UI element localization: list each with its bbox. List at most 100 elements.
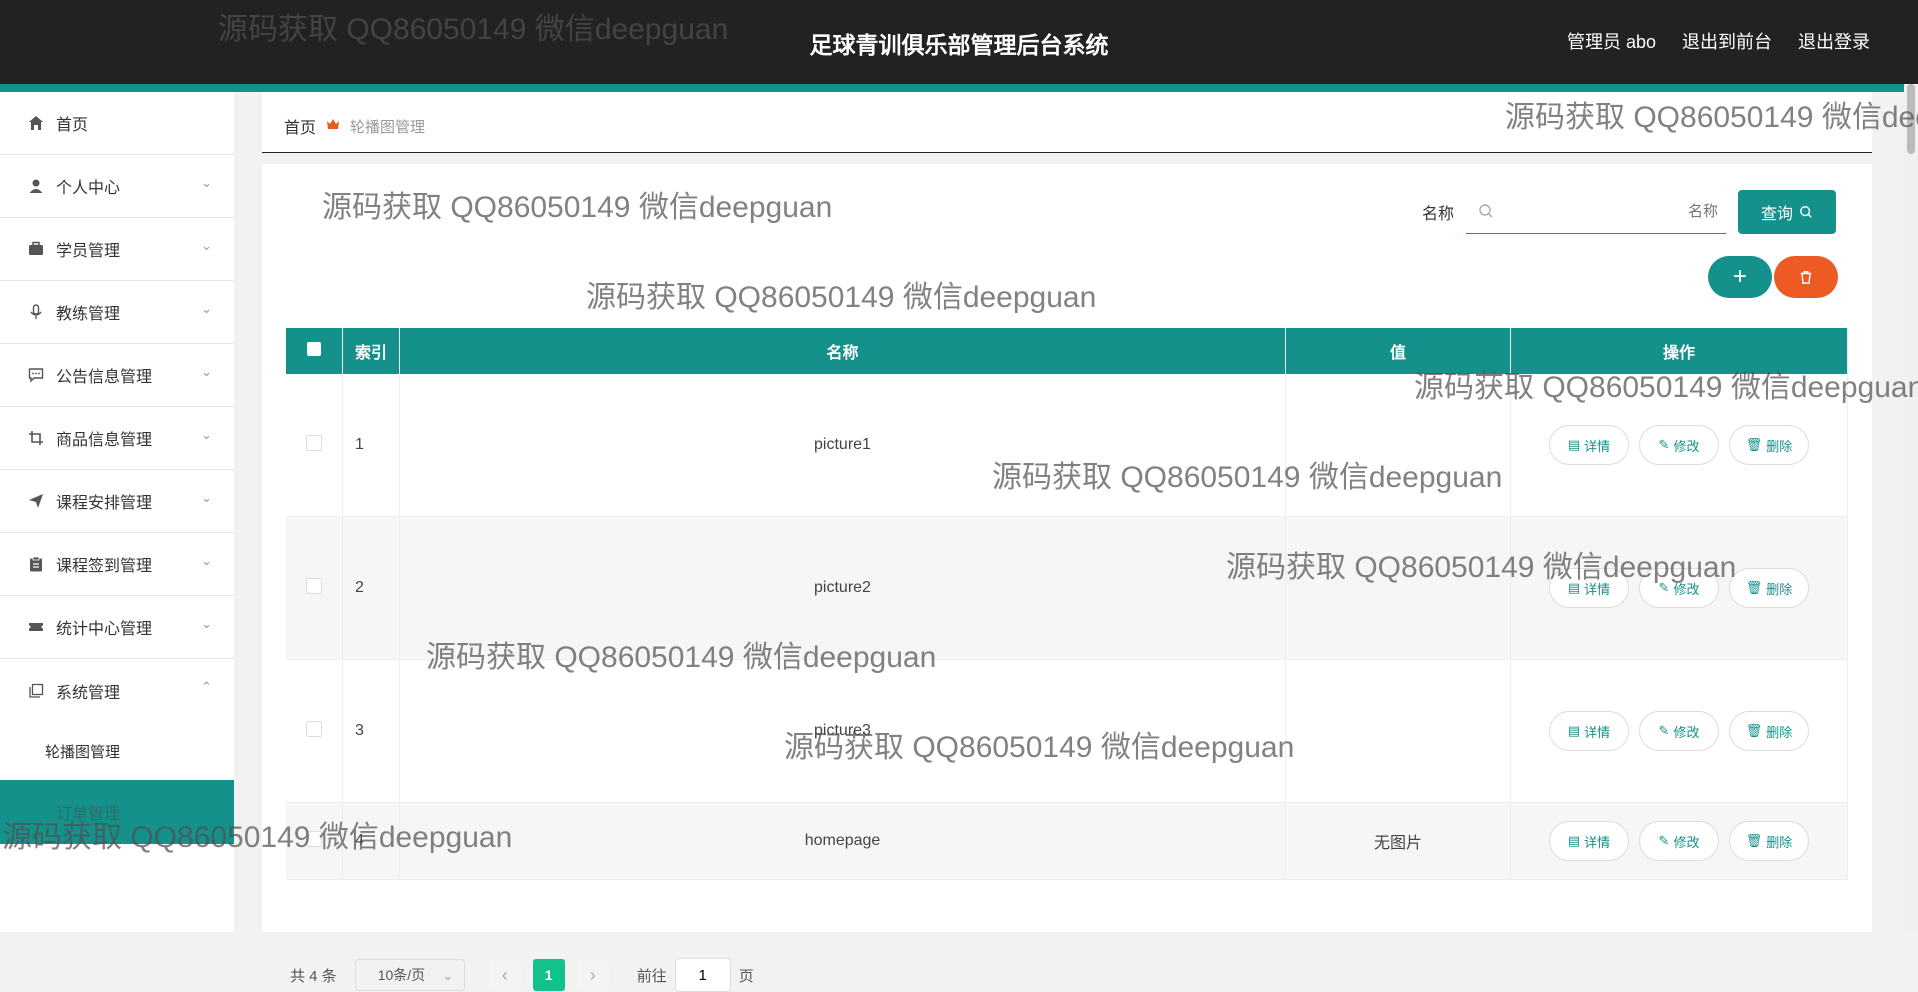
cell-actions: ▤ 详情 ✎ 修改 🗑 删除 [1510,659,1848,803]
logout-link[interactable]: 退出登录 [1798,28,1870,54]
page-scrollbar[interactable] [1904,84,1918,932]
sidebar-item-students[interactable]: 学员管理 ⌄ [0,218,234,281]
cell-index: 1 [342,374,400,517]
sidebar-item-label: 课程签到管理 [56,558,153,575]
sidebar-subitem-carousel[interactable]: 轮播图管理 [0,722,234,780]
chevron-down-icon: ⌄ [201,238,212,253]
document-icon: ▤ [1567,437,1581,452]
admin-user-link[interactable]: 管理员 abo [1567,28,1656,54]
delete-button[interactable]: 🗑 删除 [1729,821,1809,861]
document-icon: ▤ [1567,723,1581,738]
delete-label: 删除 [1766,724,1793,740]
cell-name: picture3 [399,659,1286,803]
detail-label: 详情 [1584,581,1611,597]
row-checkbox[interactable] [306,434,322,451]
detail-button[interactable]: ▤ 详情 [1549,568,1629,608]
pencil-icon: ✎ [1658,833,1670,848]
delete-button[interactable]: 🗑 删除 [1729,568,1809,608]
pencil-icon: ✎ [1658,580,1670,595]
detail-button[interactable]: ▤ 详情 [1549,821,1629,861]
search-icon [1478,203,1494,224]
breadcrumb-home[interactable]: 首页 [284,114,316,138]
sidebar-item-label: 公告信息管理 [56,369,153,386]
goto-prefix: 前往 [636,967,667,985]
edit-button[interactable]: ✎ 修改 [1639,711,1719,751]
trash-icon: 🗑 [1745,833,1763,848]
delete-label: 删除 [1766,438,1793,454]
cell-index: 3 [342,659,400,803]
sidebar-item-statistics[interactable]: 统计中心管理 ⌄ [0,596,234,659]
exit-to-front-link[interactable]: 退出到前台 [1682,28,1772,54]
microphone-icon [26,302,46,322]
scrollbar-thumb[interactable] [1907,84,1915,154]
edit-button[interactable]: ✎ 修改 [1639,568,1719,608]
cell-value: 无图片 [1285,802,1511,880]
chat-icon [26,365,46,385]
column-header: 操作 [1510,328,1848,374]
row-checkbox[interactable] [306,577,322,594]
delete-button[interactable]: 🗑 删除 [1729,711,1809,751]
cell-index: 4 [342,802,400,880]
table-row: 4 homepage 无图片 ▤ 详情 ✎ 修改 🗑 删除 [286,802,1848,880]
detail-button[interactable]: ▤ 详情 [1549,711,1629,751]
sidebar-item-label: 个人中心 [56,180,121,197]
prev-page-button[interactable]: ‹ [488,959,521,991]
sidebar-item-course-schedule[interactable]: 课程安排管理 ⌄ [0,470,234,533]
sidebar-item-orders[interactable]: 订单管理 [0,780,234,844]
breadcrumb-current: 轮播图管理 [350,118,426,136]
row-checkbox[interactable] [306,830,322,847]
document-icon: ▤ [1567,833,1581,848]
edit-label: 修改 [1673,724,1700,740]
sidebar-item-label: 课程安排管理 [56,495,153,512]
row-checkbox-cell [286,374,343,517]
sidebar-item-profile[interactable]: 个人中心 ⌄ [0,155,234,218]
goto-page-input[interactable] [674,958,731,992]
plus-icon: + [1732,263,1747,290]
row-checkbox[interactable] [306,720,322,737]
ticket-icon [26,617,46,637]
goto-page: 前往 页 [637,958,754,992]
detail-label: 详情 [1584,834,1611,850]
search-field-wrapper [1466,191,1727,234]
search-label: 名称 [1422,206,1455,223]
search-input[interactable] [1500,202,1727,221]
sidebar-item-products[interactable]: 商品信息管理 ⌄ [0,407,234,470]
sidebar-item-home[interactable]: 首页 [0,92,234,155]
select-all-checkbox[interactable] [307,341,321,356]
edit-button[interactable]: ✎ 修改 [1639,425,1719,465]
delete-button[interactable]: 🗑 删除 [1729,425,1809,465]
sidebar-item-announcements[interactable]: 公告信息管理 ⌄ [0,344,234,407]
page-number-current[interactable]: 1 [532,959,565,991]
goto-suffix: 页 [738,967,754,985]
chevron-down-icon: ⌄ [201,364,212,379]
header-accent-bar [0,84,1918,92]
chevron-down-icon: ⌄ [201,553,212,568]
sidebar-item-coaches[interactable]: 教练管理 ⌄ [0,281,234,344]
chevron-down-icon: ⌄ [201,301,212,316]
cell-name: picture2 [399,516,1286,660]
top-header: 足球青训俱乐部管理后台系统 管理员 abo 退出到前台 退出登录 [0,0,1918,84]
cell-value [1285,516,1511,660]
sidebar-item-course-checkin[interactable]: 课程签到管理 ⌄ [0,533,234,596]
cell-value [1285,659,1511,803]
row-checkbox-cell [286,659,343,803]
sidebar-item-system[interactable]: 系统管理 ⌃ [0,659,234,722]
add-button[interactable]: + [1708,256,1772,298]
query-button[interactable]: 查询 [1738,190,1837,234]
briefcase-icon [26,239,46,259]
sidebar-item-label: 教练管理 [56,306,121,323]
edit-button[interactable]: ✎ 修改 [1639,821,1719,861]
sidebar-item-label: 首页 [56,117,89,134]
content-panel: 名称 查询 + 索引 名称 值 [262,164,1872,992]
trash-icon: 🗑 [1745,437,1763,452]
pencil-icon: ✎ [1658,437,1670,452]
table-row: 2 picture2 ▤ 详情 ✎ 修改 🗑 删除 [286,516,1848,660]
edit-label: 修改 [1673,438,1700,454]
detail-button[interactable]: ▤ 详情 [1549,425,1629,465]
detail-label: 详情 [1584,438,1611,454]
user-icon [26,176,46,196]
page-size-select[interactable]: 10条/页 ⌄ [354,959,465,991]
next-page-button[interactable]: › [576,959,609,991]
batch-delete-button[interactable] [1774,256,1838,298]
pagination: 共 4 条 10条/页 ⌄ ‹ 1 › 前往 页 [290,958,754,992]
